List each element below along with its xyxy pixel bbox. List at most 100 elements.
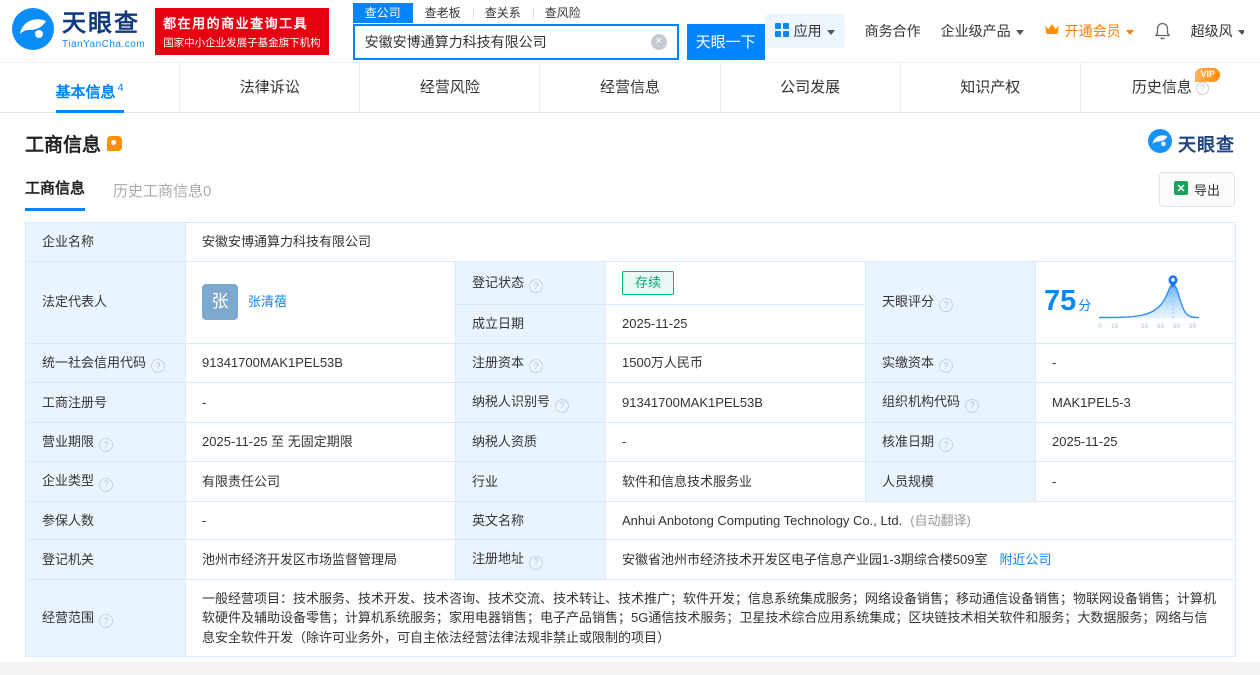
search-tab-company[interactable]: 查公司 (352, 2, 413, 24)
nav-tab-basic-info[interactable]: 基本信息 4 (0, 63, 179, 112)
score-value: 75 分 (1044, 280, 1091, 324)
help-icon[interactable]: ? (99, 438, 114, 453)
field-label-staff-size: 人员规模 (865, 461, 1036, 502)
nav-tab-history-info[interactable]: VIP 历史信息? (1079, 63, 1260, 112)
export-button[interactable]: 导出 (1158, 172, 1235, 207)
svg-text:65: 65 (1157, 323, 1165, 330)
field-label-english-name: 英文名称 (455, 500, 606, 541)
legal-rep-link[interactable]: 张清蓓 (248, 292, 287, 312)
help-icon[interactable]: ? (529, 555, 544, 570)
field-value-industry: 软件和信息技术服务业 (605, 461, 866, 502)
tianyancha-logo-icon (12, 7, 54, 55)
table-row: 法定代表人 张 张清蓓 登记状态? 存续 天眼评分? 75 分 0 15 55 … (25, 260, 1237, 344)
avatar[interactable]: 张 (202, 284, 238, 321)
search-tab-boss[interactable]: 查老板 (413, 3, 473, 23)
help-icon[interactable]: ? (555, 398, 570, 413)
help-icon[interactable]: ? (99, 477, 114, 492)
menu-enterprise-label: 企业级产品 (940, 23, 1011, 39)
field-label-text: 营业期限 (42, 433, 95, 449)
help-icon[interactable]: ? (965, 398, 980, 413)
help-icon[interactable]: ? (529, 359, 544, 374)
menu-super-risk-label: 超级风 (1190, 23, 1233, 39)
header-menu: 应用 商务合作 企业级产品 开通会员 超级风 (764, 14, 1244, 48)
svg-text:15: 15 (1111, 323, 1119, 330)
apps-grid-icon (774, 22, 789, 40)
chevron-down-icon (1015, 29, 1024, 35)
menu-super-risk[interactable]: 超级风 (1191, 21, 1244, 41)
table-row: 企业名称 安徽安博通算力科技有限公司 (25, 222, 1237, 262)
score-number: 75 (1044, 285, 1077, 318)
nav-tab-count-badge: 4 (117, 82, 124, 94)
field-value-taxpayer-quality: - (605, 421, 866, 463)
field-label-taxpayer-id: 纳税人识别号? (455, 382, 606, 423)
slogan-line-1: 都在用的商业查询工具 (163, 15, 309, 31)
menu-open-vip[interactable]: 开通会员 (1044, 21, 1134, 41)
company-nav: 基本信息 4 法律诉讼 经营风险 经营信息 公司发展 知识产权 VIP 历史信息? (0, 62, 1260, 113)
menu-open-vip-label: 开通会员 (1064, 23, 1121, 39)
score-trend-chart: 0 15 55 65 80 95 (1098, 275, 1200, 330)
field-label-paid-capital: 实缴资本? (865, 342, 1036, 384)
nearby-companies-link[interactable]: 附近公司 (999, 552, 1051, 567)
field-label-text: 核准日期 (882, 433, 935, 449)
watermark-text: 天眼查 (1178, 134, 1235, 155)
section-header: 工商信息 天眼查 (25, 129, 1235, 158)
help-icon[interactable]: ? (151, 359, 166, 374)
field-value-score: 75 分 0 15 55 65 80 95 (1034, 260, 1237, 344)
field-label-reg-status: 登记状态? (455, 260, 606, 306)
field-value-credit-code: 91341700MAK1PEL53B (185, 342, 456, 384)
svg-text:95: 95 (1189, 323, 1197, 330)
help-icon[interactable]: ? (939, 359, 954, 374)
field-label-insured-count: 参保人数 (25, 500, 186, 541)
table-row: 经营范围? 一般经营项目：技术服务、技术开发、技术咨询、技术交流、技术转让、技术… (25, 578, 1237, 658)
nav-tab-legal-proceedings[interactable]: 法律诉讼 (179, 63, 359, 112)
nav-tab-label: 法律诉讼 (239, 79, 300, 96)
nav-tab-label: 历史信息 (1131, 79, 1192, 96)
nav-tab-intellectual-property[interactable]: 知识产权 (899, 63, 1080, 112)
status-badge: 存续 (622, 270, 675, 296)
nav-tab-operating-risk[interactable]: 经营风险 (359, 63, 539, 112)
crown-icon (1044, 23, 1060, 39)
tianyancha-logo[interactable]: 天眼查 TianYanCha.com (12, 7, 146, 55)
page-title: 工商信息 (25, 135, 102, 156)
menu-business-cooperation[interactable]: 商务合作 (865, 21, 921, 41)
field-label-industry: 行业 (455, 461, 606, 502)
subtab-history-business-registration[interactable]: 历史工商信息0 (113, 180, 211, 211)
excel-icon (1173, 181, 1188, 198)
help-icon[interactable]: ? (99, 614, 114, 629)
field-label-reg-authority: 登记机关 (25, 539, 186, 580)
search-tabs: 查公司 查老板 查关系 查风险 (352, 2, 765, 24)
field-label-text: 组织机构代码 (882, 394, 961, 410)
help-icon[interactable]: ? (939, 438, 954, 453)
nav-tab-business-info[interactable]: 经营信息 (539, 63, 719, 112)
brand-domain: TianYanCha.com (62, 39, 146, 50)
subtab-business-registration[interactable]: 工商信息 (25, 177, 86, 211)
table-row: 统一社会信用代码? 91341700MAK1PEL53B 注册资本? 1500万… (25, 342, 1237, 384)
field-value-reg-capital: 1500万人民币 (605, 342, 866, 384)
search-button[interactable]: 天眼一下 (686, 23, 765, 60)
field-value-legal-rep: 张 张清蓓 (185, 260, 456, 344)
field-label-text: 天眼评分 (882, 293, 935, 309)
table-row: 营业期限? 2025-11-25 至 无固定期限 纳税人资质 - 核准日期? 2… (25, 421, 1237, 463)
page-bottom-strip (0, 662, 1260, 675)
history-info-help-icon[interactable]: ? (1195, 82, 1209, 95)
search-area: 查公司 查老板 查关系 查风险 × 天眼一下 (352, 2, 765, 60)
help-icon[interactable]: ? (529, 279, 544, 294)
field-value-paid-capital: - (1034, 342, 1237, 384)
search-tab-relation[interactable]: 查关系 (472, 3, 533, 23)
menu-enterprise-products[interactable]: 企业级产品 (941, 21, 1024, 41)
field-value-staff-size: - (1034, 461, 1237, 502)
chevron-down-icon (1237, 29, 1244, 35)
vip-badge: VIP (1195, 68, 1220, 82)
help-icon[interactable]: ? (939, 298, 954, 313)
field-label-address: 注册地址? (455, 539, 606, 580)
search-input[interactable] (354, 25, 651, 58)
nav-tab-company-development[interactable]: 公司发展 (719, 63, 900, 112)
search-tab-risk[interactable]: 查风险 (532, 3, 593, 23)
table-row: 参保人数 - 英文名称 Anhui Anbotong Computing Tec… (25, 500, 1237, 541)
field-label-reg-number: 工商注册号 (25, 382, 186, 423)
clear-icon[interactable]: × (650, 33, 667, 50)
chevron-down-icon (826, 29, 835, 35)
notification-bell-icon[interactable] (1154, 22, 1171, 40)
menu-apps[interactable]: 应用 (764, 14, 845, 48)
field-value-establish-date: 2025-11-25 (605, 304, 866, 344)
